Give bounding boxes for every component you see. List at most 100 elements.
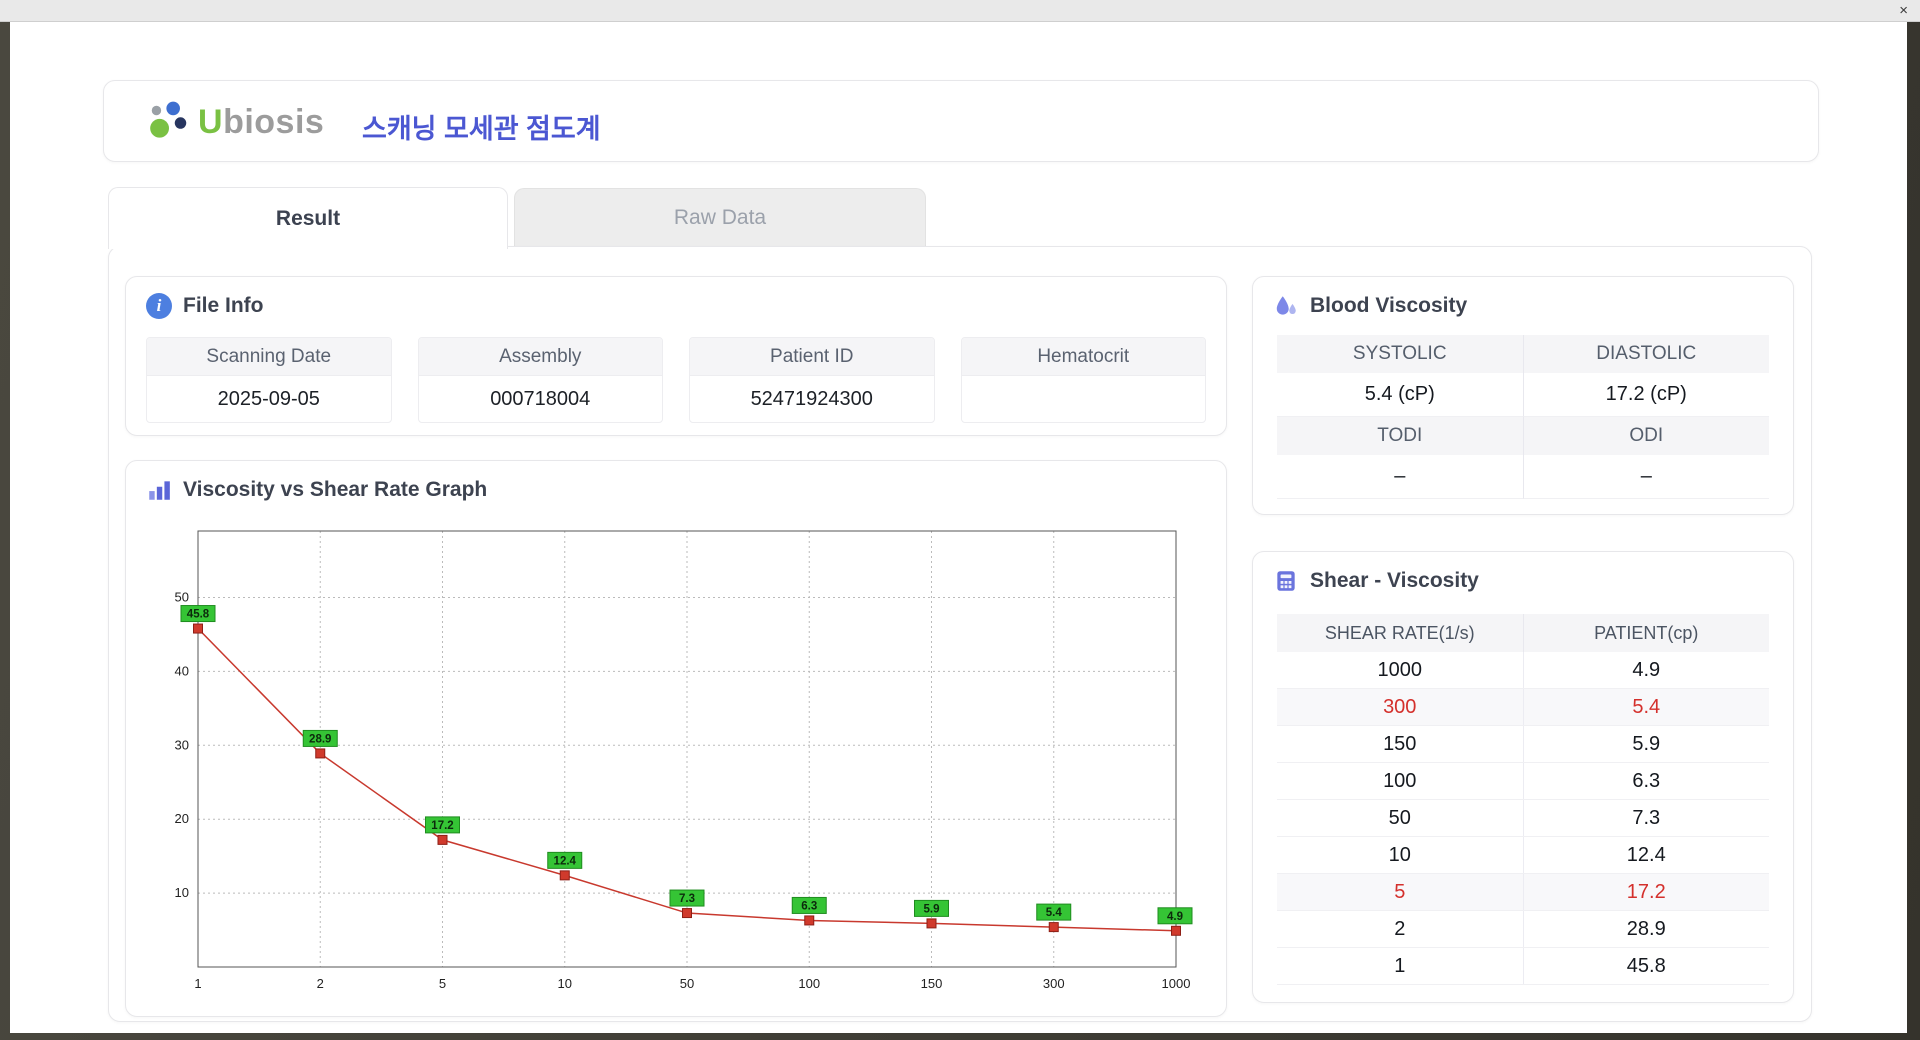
ubiosis-logo: Ubiosis [146, 99, 324, 145]
field-label: Patient ID [690, 338, 934, 376]
shear-rate-value: 300 [1383, 695, 1417, 718]
patient-viscosity-value: 7.3 [1522, 800, 1770, 836]
todi-value: – [1277, 455, 1523, 499]
svg-text:45.8: 45.8 [187, 609, 210, 621]
field-value [962, 376, 1206, 422]
svg-text:1000: 1000 [1162, 976, 1191, 991]
patient-viscosity-value: 5.4 [1522, 689, 1770, 725]
info-icon: i [146, 293, 172, 319]
shear-rate-value: 150 [1383, 732, 1417, 755]
shear-rate-value: 5 [1394, 880, 1406, 903]
viscosity-chart: 10 20 30 40 50 1 2 5 10 50 100 150 300 1000 45.8 28.9 17… [175, 530, 1193, 991]
field-label: Hematocrit [961, 338, 1205, 376]
svg-text:4.9: 4.9 [1167, 911, 1183, 923]
svg-text:50: 50 [175, 590, 189, 605]
field-value: 000718004 [490, 387, 591, 410]
svg-text:30: 30 [175, 737, 189, 752]
viscosity-graph-card: Viscosity vs Shear Rate Graph 10 20 30 40 50… [125, 460, 1227, 1017]
field-value: 2025-09-05 [217, 387, 320, 410]
table-row: 5 17.2 [1277, 874, 1769, 911]
table-row: – – [1277, 455, 1769, 499]
table-row: SYSTOLIC DIASTOLIC [1277, 335, 1769, 373]
svg-text:5: 5 [439, 976, 446, 991]
shear-rate-value: 50 [1388, 806, 1411, 829]
svg-text:5.4: 5.4 [1046, 907, 1063, 919]
svg-text:12.4: 12.4 [554, 855, 577, 867]
diastolic-label: DIASTOLIC [1522, 335, 1770, 373]
svg-text:5.9: 5.9 [924, 903, 940, 915]
app-window: Ubiosis 스캐닝 모세관 점도계 Result Raw Data i Fi… [10, 22, 1907, 1033]
calculator-icon [1277, 571, 1295, 591]
patient-viscosity-value: 45.8 [1522, 948, 1770, 984]
field-scanning-date: Scanning Date 2025-09-05 [146, 337, 392, 423]
shear-rate-value: 1000 [1377, 658, 1423, 681]
shear-table-body: 1000 4.9 300 5.4 150 5.9 100 6.3 50 7.3 10 12.4 5 17.… [1277, 652, 1769, 985]
table-row: 300 5.4 [1277, 689, 1769, 726]
field-value: 52471924300 [750, 387, 873, 410]
table-row: 50 7.3 [1277, 800, 1769, 837]
svg-text:100: 100 [798, 976, 820, 991]
table-row: 1 45.8 [1277, 948, 1769, 985]
shear-rate-value: 100 [1383, 769, 1417, 792]
logo-text: Ubiosis [198, 102, 325, 141]
svg-text:150: 150 [921, 976, 943, 991]
diastolic-value: 17.2 (cP) [1522, 373, 1769, 417]
patient-viscosity-value: 12.4 [1522, 837, 1770, 873]
table-row: 10 12.4 [1277, 837, 1769, 874]
result-panel: i File Info Scanning Date 2025-09-05 Ass… [108, 246, 1812, 1022]
shear-viscosity-title-text: Shear - Viscosity [1310, 569, 1479, 592]
tab-result-label: Result [275, 206, 341, 230]
bar-chart-icon [149, 481, 170, 500]
shear-rate-value: 10 [1388, 843, 1411, 866]
tab-raw-data[interactable]: Raw Data [514, 188, 926, 246]
file-info-title-text: File Info [183, 294, 264, 317]
app-header: Ubiosis 스캐닝 모세관 점도계 [103, 80, 1819, 162]
table-row: 100 6.3 [1277, 763, 1769, 800]
field-assembly: Assembly 000718004 [417, 337, 663, 423]
table-row: 5.4 (cP) 17.2 (cP) [1277, 373, 1769, 417]
file-info-title: i File Info [146, 293, 264, 319]
page-title: 스캐닝 모세관 점도계 [362, 114, 601, 144]
shear-rate-value: 1 [1394, 954, 1406, 977]
field-hematocrit: Hematocrit [960, 337, 1206, 423]
field-label: Assembly [418, 338, 662, 376]
shear-viscosity-title: Shear - Viscosity [1273, 568, 1479, 594]
systolic-value: 5.4 (cP) [1277, 373, 1523, 417]
file-info-card: i File Info Scanning Date 2025-09-05 Ass… [125, 276, 1227, 436]
svg-text:10: 10 [558, 976, 572, 991]
table-header-row: SHEAR RATE(1/s) PATIENT(cp) [1277, 614, 1769, 652]
svg-text:40: 40 [175, 663, 189, 678]
logo-dots-icon [150, 101, 187, 138]
graph-title: Viscosity vs Shear Rate Graph [146, 477, 487, 503]
table-row: 1000 4.9 [1277, 652, 1769, 689]
systolic-label: SYSTOLIC [1352, 343, 1447, 364]
shear-rate-value: 2 [1394, 917, 1406, 940]
desktop-background: × Ubiosis 스캐닝 모세관 점도계 Result Raw Data i … [0, 0, 1920, 1040]
tab-raw-data-label: Raw Data [673, 205, 767, 229]
blood-viscosity-card: Blood Viscosity SYSTOLIC DIASTOLIC 5.4 (… [1252, 276, 1794, 515]
tab-result[interactable]: Result [108, 187, 508, 249]
blood-viscosity-title-text: Blood Viscosity [1310, 294, 1468, 317]
table-row: 150 5.9 [1277, 726, 1769, 763]
todi-label: TODI [1377, 425, 1423, 446]
patient-viscosity-value: 17.2 [1522, 874, 1770, 910]
patient-column-header: PATIENT(cp) [1522, 614, 1770, 652]
field-label: Scanning Date [147, 338, 391, 376]
patient-viscosity-value: 4.9 [1522, 652, 1770, 688]
patient-viscosity-value: 5.9 [1522, 726, 1770, 762]
droplet-icon [1276, 296, 1296, 315]
svg-text:6.3: 6.3 [801, 900, 817, 912]
graph-title-text: Viscosity vs Shear Rate Graph [183, 478, 488, 501]
svg-text:2: 2 [317, 976, 324, 991]
svg-text:17.2: 17.2 [431, 820, 453, 832]
odi-label: ODI [1522, 417, 1770, 455]
svg-text:7.3: 7.3 [679, 893, 695, 905]
svg-text:50: 50 [680, 976, 694, 991]
blood-viscosity-table: SYSTOLIC DIASTOLIC 5.4 (cP) 17.2 (cP) TO… [1277, 335, 1769, 499]
blood-viscosity-title: Blood Viscosity [1273, 293, 1467, 319]
table-row: TODI ODI [1277, 417, 1769, 455]
close-icon[interactable]: × [1899, 1, 1908, 21]
shear-rate-column-header: SHEAR RATE(1/s) [1324, 622, 1475, 643]
svg-text:1: 1 [194, 976, 201, 991]
file-info-fields: Scanning Date 2025-09-05 Assembly 000718… [146, 337, 1206, 423]
